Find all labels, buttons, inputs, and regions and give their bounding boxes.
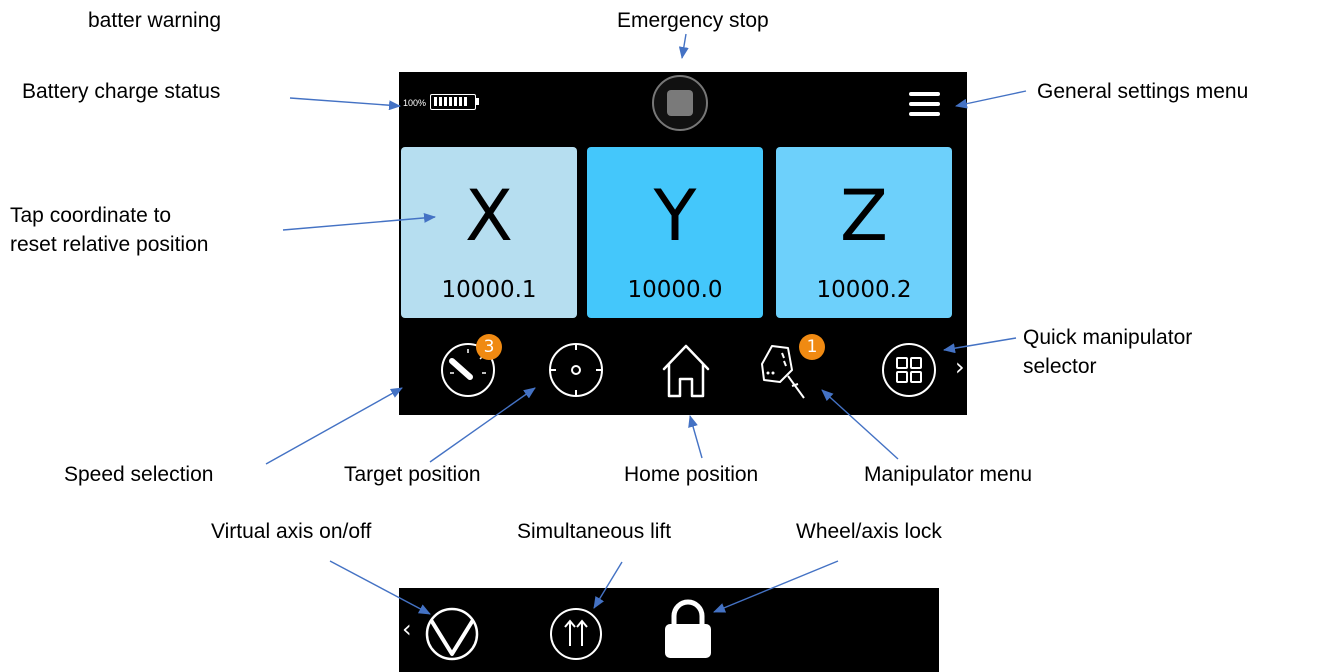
- axis-label-y: Y: [653, 175, 697, 257]
- device-screen-main: 100% X 10000.1 Y 10000.0 Z 10000.2 3 1 ›: [399, 72, 967, 415]
- wheel-axis-lock-button[interactable]: [660, 596, 716, 666]
- menu-icon[interactable]: [907, 90, 943, 118]
- target-position-button[interactable]: [546, 341, 606, 401]
- label-speed-selection: Speed selection: [64, 463, 214, 486]
- axis-tile-x[interactable]: X 10000.1: [401, 147, 577, 318]
- label-wheel-axis-lock: Wheel/axis lock: [796, 520, 942, 543]
- arrow-home-position: [688, 415, 703, 459]
- axis-label-x: X: [465, 175, 513, 257]
- label-emergency-stop: Emergency stop: [617, 9, 769, 32]
- axis-tile-z[interactable]: Z 10000.2: [776, 147, 952, 318]
- axis-label-z: Z: [840, 175, 888, 257]
- home-icon: [662, 344, 710, 398]
- label-general-settings: General settings menu: [1037, 80, 1249, 103]
- target-icon: [549, 343, 603, 397]
- virtual-axis-icon: [425, 607, 479, 661]
- label-tap-coordinate-2: reset relative position: [10, 233, 209, 256]
- axis-value-z: 10000.2: [816, 277, 912, 303]
- label-battery-status: Battery charge status: [22, 80, 221, 103]
- label-battery-warning: batter warning: [88, 9, 222, 32]
- label-home-position: Home position: [624, 463, 759, 486]
- arrow-speed-selection: [265, 387, 403, 465]
- label-quick-manipulator-1: Quick manipulator: [1023, 326, 1193, 349]
- label-virtual-axis: Virtual axis on/off: [211, 520, 372, 543]
- battery-icon: [430, 94, 476, 110]
- simultaneous-lift-button[interactable]: [548, 606, 604, 662]
- next-page-chevron-icon[interactable]: ›: [955, 353, 965, 381]
- speed-badge: 3: [476, 334, 502, 360]
- arrow-battery-status: [289, 97, 401, 111]
- label-manipulator-menu: Manipulator menu: [864, 463, 1033, 486]
- axis-value-y: 10000.0: [627, 277, 723, 303]
- label-tap-coordinate-1: Tap coordinate to: [10, 204, 172, 227]
- arrow-emergency-stop: [678, 33, 689, 59]
- axis-tile-y[interactable]: Y 10000.0: [587, 147, 763, 318]
- axis-value-x: 10000.1: [441, 277, 537, 303]
- grid-icon: [882, 343, 936, 397]
- emergency-stop-button[interactable]: [652, 75, 708, 131]
- emergency-stop-icon: [667, 90, 693, 116]
- manipulator-badge: 1: [799, 334, 825, 360]
- label-simultaneous-lift: Simultaneous lift: [517, 520, 672, 543]
- home-position-button[interactable]: [656, 341, 716, 401]
- battery-percent: 100%: [403, 98, 427, 108]
- simultaneous-lift-icon: [550, 608, 602, 660]
- label-target-position: Target position: [344, 463, 481, 486]
- lock-icon: [665, 599, 711, 658]
- quick-manipulator-button[interactable]: [879, 341, 939, 401]
- label-quick-manipulator-2: selector: [1023, 355, 1097, 378]
- virtual-axis-button[interactable]: [424, 606, 480, 662]
- prev-page-chevron-icon[interactable]: ‹: [402, 615, 412, 643]
- device-screen-secondary: ‹: [399, 588, 939, 672]
- battery-tip: [476, 98, 479, 105]
